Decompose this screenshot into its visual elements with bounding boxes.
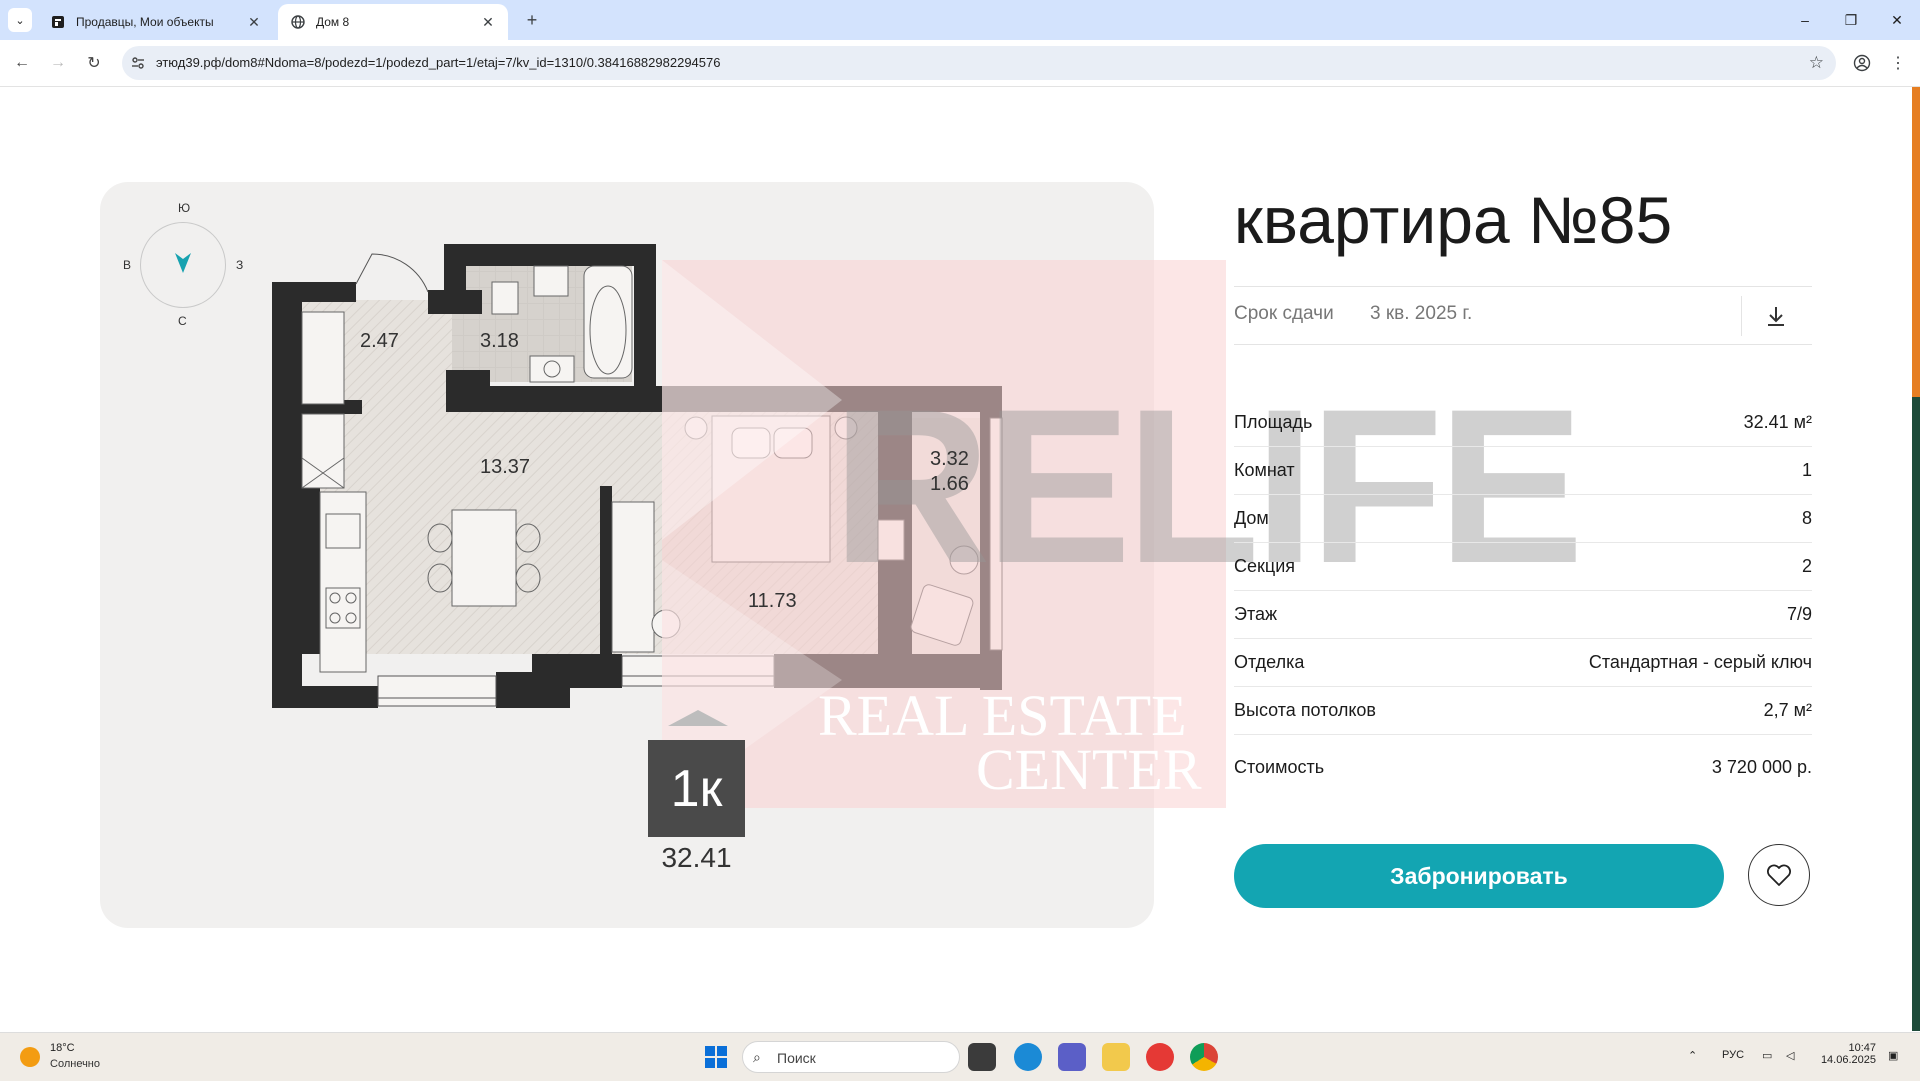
- apartment-title: квартира №85: [1234, 183, 1673, 257]
- room-area-label: 3.18: [480, 330, 519, 352]
- clock-date: 14.06.2025: [1820, 1054, 1876, 1066]
- spec-row-house: Дом 8: [1234, 494, 1812, 543]
- deadline-value: 3 кв. 2025 г.: [1370, 303, 1473, 324]
- sun-icon[interactable]: [20, 1047, 40, 1067]
- file-explorer-icon[interactable]: [1102, 1043, 1130, 1071]
- spec-value: 32.41 м²: [1743, 412, 1812, 432]
- room-area-label: 1.66: [930, 473, 969, 495]
- spec-value: 7/9: [1786, 604, 1812, 624]
- taskbar: 18°C Солнечно ⌕ Поиск ⌃ РУС ▭ ◁ 10:47 14…: [0, 1032, 1920, 1081]
- scrollbar-thumb[interactable]: [1912, 87, 1920, 397]
- teams-icon[interactable]: [1058, 1043, 1086, 1071]
- language-indicator[interactable]: РУС: [1722, 1049, 1744, 1061]
- clock-time: 10:47: [1848, 1042, 1876, 1054]
- bookmark-star-icon[interactable]: ☆: [1809, 53, 1824, 73]
- entrance-arrow-icon: [668, 710, 728, 726]
- spec-value: 2,7 м²: [1763, 700, 1812, 720]
- room-count-badge: 1к: [648, 740, 745, 837]
- weather-temp: 18°C: [50, 1042, 75, 1054]
- spec-row-rooms: Комнат 1: [1234, 446, 1812, 495]
- spec-row-section: Секция 2: [1234, 542, 1812, 591]
- profile-icon[interactable]: [1850, 51, 1874, 75]
- search-icon: ⌕: [753, 1049, 761, 1065]
- close-window-button[interactable]: ✕: [1874, 0, 1920, 40]
- menu-kebab-icon[interactable]: ⋮: [1886, 51, 1910, 75]
- watermark-line2: CENTER: [976, 737, 1202, 802]
- room-area-label: 3.32: [930, 448, 969, 470]
- minimize-button[interactable]: –: [1782, 0, 1828, 40]
- taskbar-search[interactable]: ⌕ Поиск: [742, 1041, 960, 1073]
- spec-row-floor: Этаж 7/9: [1234, 590, 1812, 639]
- weather-desc: Солнечно: [50, 1058, 100, 1070]
- spec-label: Высота потолков: [1234, 700, 1376, 720]
- room-area-label: 13.37: [480, 456, 531, 478]
- heart-icon: [1767, 864, 1791, 886]
- spec-label: Дом: [1234, 508, 1269, 528]
- spec-value: 1: [1801, 460, 1812, 480]
- room-area-label: 11.73: [748, 590, 797, 612]
- spec-label: Этаж: [1234, 604, 1278, 624]
- spec-label: Секция: [1234, 556, 1295, 576]
- edge-icon[interactable]: [1014, 1043, 1042, 1071]
- total-area-label: 32.41: [661, 842, 732, 873]
- yandex-icon[interactable]: [1146, 1043, 1174, 1071]
- spec-value: Стандартная - серый ключ: [1588, 652, 1812, 672]
- book-button[interactable]: Забронировать: [1234, 844, 1724, 908]
- price-row: Стоимость 3 720 000 р.: [1234, 752, 1812, 792]
- download-icon[interactable]: [1762, 302, 1790, 330]
- room-area-label: 2.47: [360, 330, 399, 352]
- task-view-icon[interactable]: [968, 1043, 996, 1071]
- volume-icon[interactable]: ◁: [1786, 1049, 1794, 1062]
- divider: [1741, 296, 1742, 336]
- spec-label: Комнат: [1234, 460, 1295, 480]
- clock[interactable]: 10:47 14.06.2025: [1816, 1042, 1876, 1066]
- search-placeholder: Поиск: [777, 1050, 816, 1066]
- spec-label: Площадь: [1234, 412, 1313, 432]
- notifications-icon[interactable]: ▣: [1888, 1049, 1898, 1062]
- spec-row-area: Площадь 32.41 м²: [1234, 398, 1812, 447]
- divider: [1234, 344, 1812, 345]
- chrome-icon[interactable]: [1190, 1043, 1218, 1071]
- watermark: RELIFE REAL ESTATE CENTER: [662, 260, 1584, 808]
- network-icon[interactable]: ▭: [1762, 1049, 1772, 1062]
- spec-value: 2: [1801, 556, 1812, 576]
- tray-chevron-icon[interactable]: ⌃: [1688, 1049, 1697, 1062]
- price-label: Стоимость: [1234, 757, 1325, 777]
- spec-value: 8: [1801, 508, 1812, 528]
- spec-row-finishing: Отделка Стандартная - серый ключ: [1234, 638, 1812, 687]
- favorite-button[interactable]: [1748, 844, 1810, 906]
- divider: [1234, 286, 1812, 287]
- windows-start-icon[interactable]: [702, 1043, 730, 1071]
- deadline-label: Срок сдачи: [1234, 303, 1334, 324]
- maximize-button[interactable]: ❐: [1828, 0, 1874, 40]
- spec-row-ceiling: Высота потолков 2,7 м²: [1234, 686, 1812, 735]
- spec-label: Отделка: [1234, 652, 1305, 672]
- price-value: 3 720 000 р.: [1711, 757, 1812, 777]
